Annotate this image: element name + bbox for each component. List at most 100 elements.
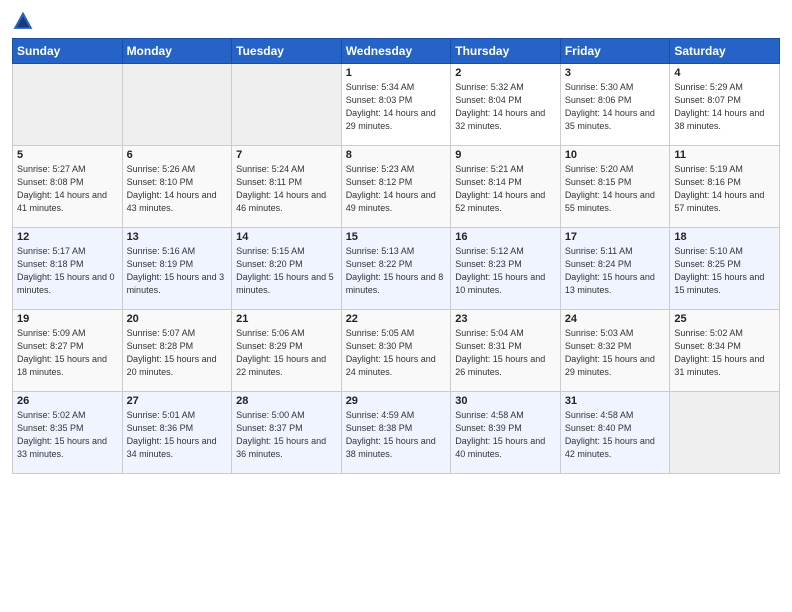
day-number: 25 (674, 313, 775, 325)
calendar-day-cell (13, 64, 123, 146)
day-number: 26 (17, 395, 118, 407)
calendar-day-cell: 30 Sunrise: 4:58 AM Sunset: 8:39 PM Dayli… (451, 392, 561, 474)
calendar-day-cell: 21 Sunrise: 5:06 AM Sunset: 8:29 PM Dayli… (232, 310, 342, 392)
calendar-day-cell: 8 Sunrise: 5:23 AM Sunset: 8:12 PM Daylig… (341, 146, 451, 228)
day-info: Sunrise: 5:16 AM Sunset: 8:19 PM Dayligh… (127, 245, 228, 297)
day-info: Sunrise: 5:07 AM Sunset: 8:28 PM Dayligh… (127, 327, 228, 379)
day-info: Sunrise: 5:15 AM Sunset: 8:20 PM Dayligh… (236, 245, 337, 297)
day-number: 19 (17, 313, 118, 325)
day-info: Sunrise: 5:02 AM Sunset: 8:35 PM Dayligh… (17, 409, 118, 461)
day-info: Sunrise: 5:09 AM Sunset: 8:27 PM Dayligh… (17, 327, 118, 379)
calendar-day-cell: 29Sunrise: 4:59 AM Sunset: 8:38 PM Dayli… (341, 392, 451, 474)
day-number: 20 (127, 313, 228, 325)
calendar-day-cell: 23 Sunrise: 5:04 AM Sunset: 8:31 PM Dayli… (451, 310, 561, 392)
day-info: Sunrise: 5:01 AM Sunset: 8:36 PM Dayligh… (127, 409, 228, 461)
day-number: 8 (346, 149, 447, 161)
weekday-header: Thursday (451, 39, 561, 64)
day-info: Sunrise: 5:02 AM Sunset: 8:34 PM Dayligh… (674, 327, 775, 379)
logo-icon (12, 10, 34, 32)
calendar-week-row: 19 Sunrise: 5:09 AM Sunset: 8:27 PM Dayli… (13, 310, 780, 392)
logo (12, 10, 38, 32)
calendar-day-cell: 15 Sunrise: 5:13 AM Sunset: 8:22 PM Dayli… (341, 228, 451, 310)
calendar-day-cell: 1 Sunrise: 5:34 AM Sunset: 8:03 PM Daylig… (341, 64, 451, 146)
day-number: 10 (565, 149, 666, 161)
day-info: Sunrise: 5:12 AM Sunset: 8:23 PM Dayligh… (455, 245, 556, 297)
day-number: 2 (455, 67, 556, 79)
day-info: Sunrise: 5:03 AM Sunset: 8:32 PM Dayligh… (565, 327, 666, 379)
day-info: Sunrise: 5:34 AM Sunset: 8:03 PM Dayligh… (346, 81, 447, 133)
day-info: Sunrise: 5:20 AM Sunset: 8:15 PM Dayligh… (565, 163, 666, 215)
calendar-week-row: 5 Sunrise: 5:27 AM Sunset: 8:08 PM Daylig… (13, 146, 780, 228)
weekday-header-row: SundayMondayTuesdayWednesdayThursdayFrid… (13, 39, 780, 64)
day-number: 18 (674, 231, 775, 243)
day-info: Sunrise: 4:58 AM Sunset: 8:40 PM Dayligh… (565, 409, 666, 461)
calendar-day-cell: 16 Sunrise: 5:12 AM Sunset: 8:23 PM Dayli… (451, 228, 561, 310)
day-info: Sunrise: 5:13 AM Sunset: 8:22 PM Dayligh… (346, 245, 447, 297)
day-number: 11 (674, 149, 775, 161)
day-info: Sunrise: 5:30 AM Sunset: 8:06 PM Dayligh… (565, 81, 666, 133)
day-info: Sunrise: 5:29 AM Sunset: 8:07 PM Dayligh… (674, 81, 775, 133)
day-number: 5 (17, 149, 118, 161)
day-number: 22 (346, 313, 447, 325)
calendar-day-cell: 9 Sunrise: 5:21 AM Sunset: 8:14 PM Daylig… (451, 146, 561, 228)
day-info: Sunrise: 5:23 AM Sunset: 8:12 PM Dayligh… (346, 163, 447, 215)
weekday-header: Wednesday (341, 39, 451, 64)
day-number: 9 (455, 149, 556, 161)
day-number: 23 (455, 313, 556, 325)
calendar-page: SundayMondayTuesdayWednesdayThursdayFrid… (0, 0, 792, 612)
calendar-day-cell: 7 Sunrise: 5:24 AM Sunset: 8:11 PM Daylig… (232, 146, 342, 228)
day-number: 13 (127, 231, 228, 243)
day-info: Sunrise: 5:17 AM Sunset: 8:18 PM Dayligh… (17, 245, 118, 297)
day-info: Sunrise: 5:26 AM Sunset: 8:10 PM Dayligh… (127, 163, 228, 215)
day-number: 1 (346, 67, 447, 79)
day-number: 4 (674, 67, 775, 79)
calendar-day-cell (122, 64, 232, 146)
day-number: 30 (455, 395, 556, 407)
calendar-day-cell: 3Sunrise: 5:30 AM Sunset: 8:06 PM Daylig… (560, 64, 670, 146)
day-number: 7 (236, 149, 337, 161)
weekday-header: Saturday (670, 39, 780, 64)
day-info: Sunrise: 5:04 AM Sunset: 8:31 PM Dayligh… (455, 327, 556, 379)
weekday-header: Tuesday (232, 39, 342, 64)
day-info: Sunrise: 5:27 AM Sunset: 8:08 PM Dayligh… (17, 163, 118, 215)
calendar-day-cell: 24Sunrise: 5:03 AM Sunset: 8:32 PM Dayli… (560, 310, 670, 392)
day-info: Sunrise: 4:59 AM Sunset: 8:38 PM Dayligh… (346, 409, 447, 461)
calendar-day-cell: 5 Sunrise: 5:27 AM Sunset: 8:08 PM Daylig… (13, 146, 123, 228)
day-info: Sunrise: 5:32 AM Sunset: 8:04 PM Dayligh… (455, 81, 556, 133)
day-info: Sunrise: 4:58 AM Sunset: 8:39 PM Dayligh… (455, 409, 556, 461)
weekday-header: Monday (122, 39, 232, 64)
day-number: 28 (236, 395, 337, 407)
day-info: Sunrise: 5:05 AM Sunset: 8:30 PM Dayligh… (346, 327, 447, 379)
calendar-day-cell: 12 Sunrise: 5:17 AM Sunset: 8:18 PM Dayli… (13, 228, 123, 310)
day-info: Sunrise: 5:06 AM Sunset: 8:29 PM Dayligh… (236, 327, 337, 379)
calendar-day-cell (232, 64, 342, 146)
calendar-day-cell: 31 Sunrise: 4:58 AM Sunset: 8:40 PM Dayli… (560, 392, 670, 474)
day-number: 31 (565, 395, 666, 407)
day-number: 16 (455, 231, 556, 243)
day-number: 17 (565, 231, 666, 243)
calendar-week-row: 26 Sunrise: 5:02 AM Sunset: 8:35 PM Dayli… (13, 392, 780, 474)
calendar-day-cell: 17Sunrise: 5:11 AM Sunset: 8:24 PM Dayli… (560, 228, 670, 310)
day-number: 12 (17, 231, 118, 243)
calendar-day-cell: 26 Sunrise: 5:02 AM Sunset: 8:35 PM Dayli… (13, 392, 123, 474)
calendar-day-cell: 22 Sunrise: 5:05 AM Sunset: 8:30 PM Dayli… (341, 310, 451, 392)
calendar-day-cell: 27Sunrise: 5:01 AM Sunset: 8:36 PM Dayli… (122, 392, 232, 474)
day-number: 15 (346, 231, 447, 243)
day-info: Sunrise: 5:24 AM Sunset: 8:11 PM Dayligh… (236, 163, 337, 215)
day-number: 21 (236, 313, 337, 325)
calendar-day-cell: 10 Sunrise: 5:20 AM Sunset: 8:15 PM Dayli… (560, 146, 670, 228)
day-info: Sunrise: 5:19 AM Sunset: 8:16 PM Dayligh… (674, 163, 775, 215)
calendar-week-row: 1 Sunrise: 5:34 AM Sunset: 8:03 PM Daylig… (13, 64, 780, 146)
calendar-day-cell: 20 Sunrise: 5:07 AM Sunset: 8:28 PM Dayli… (122, 310, 232, 392)
calendar-day-cell: 28Sunrise: 5:00 AM Sunset: 8:37 PM Dayli… (232, 392, 342, 474)
calendar-day-cell: 14Sunrise: 5:15 AM Sunset: 8:20 PM Dayli… (232, 228, 342, 310)
calendar-day-cell: 6Sunrise: 5:26 AM Sunset: 8:10 PM Daylig… (122, 146, 232, 228)
weekday-header: Friday (560, 39, 670, 64)
calendar-day-cell: 18Sunrise: 5:10 AM Sunset: 8:25 PM Dayli… (670, 228, 780, 310)
weekday-header: Sunday (13, 39, 123, 64)
calendar-day-cell: 25 Sunrise: 5:02 AM Sunset: 8:34 PM Dayli… (670, 310, 780, 392)
calendar-day-cell: 19 Sunrise: 5:09 AM Sunset: 8:27 PM Dayli… (13, 310, 123, 392)
day-info: Sunrise: 5:21 AM Sunset: 8:14 PM Dayligh… (455, 163, 556, 215)
calendar-day-cell (670, 392, 780, 474)
header (12, 10, 780, 32)
